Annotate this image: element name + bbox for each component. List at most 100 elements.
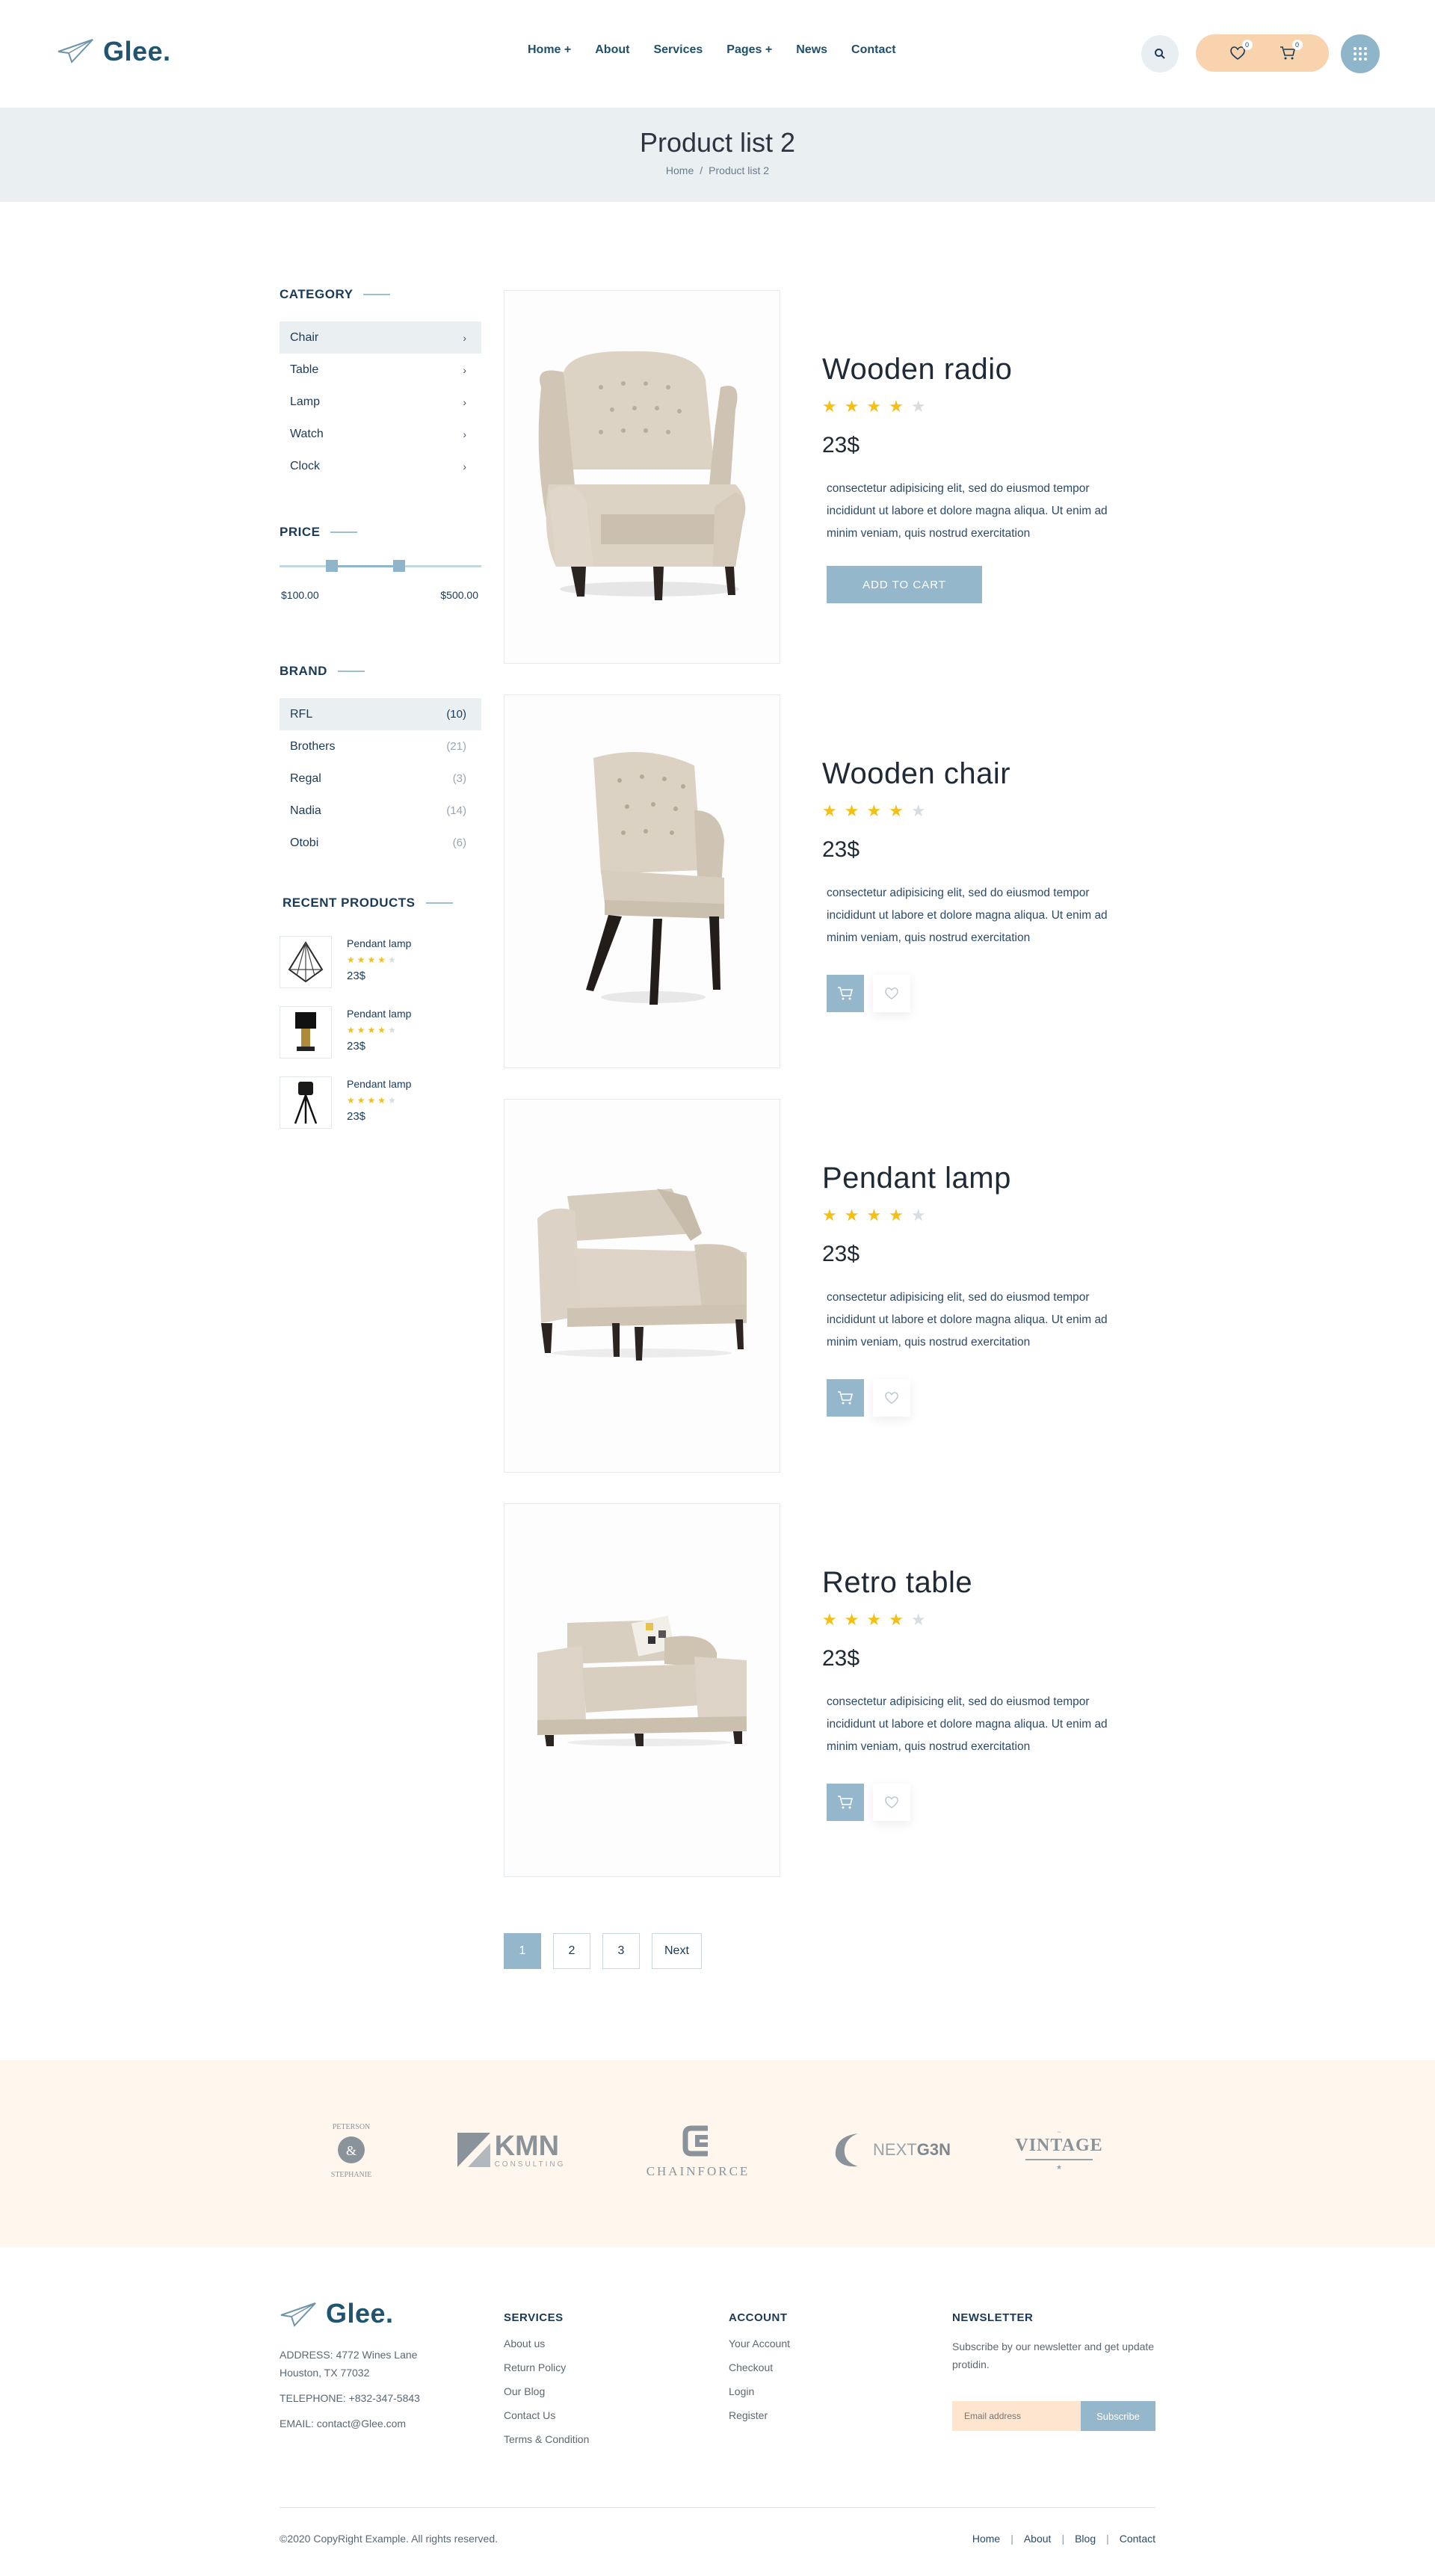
add-to-cart-button[interactable]	[827, 1379, 864, 1417]
brand-item-regal[interactable]: Regal (3)	[280, 762, 481, 795]
price-slider-min-handle[interactable]	[326, 560, 338, 572]
wingback-armchair-image	[538, 351, 746, 600]
brand-item-brothers[interactable]: Brothers (21)	[280, 730, 481, 762]
category-item-clock[interactable]: Clock ›	[280, 450, 481, 482]
footer-logo[interactable]: Glee.	[280, 2298, 394, 2329]
price-slider-max-handle[interactable]	[393, 560, 405, 572]
footer-link-login[interactable]: Login	[729, 2385, 790, 2397]
search-icon	[1155, 49, 1165, 59]
recent-product[interactable]: Pendant lamp ★★★★★ 23$	[280, 936, 481, 988]
nav-news[interactable]: News	[796, 43, 827, 57]
chevron-right-icon: ›	[463, 428, 466, 440]
add-to-cart-button[interactable]: ADD TO CART	[827, 566, 982, 603]
product-image-card[interactable]	[504, 290, 780, 664]
newsletter-title: NEWSLETTER	[952, 2311, 1034, 2324]
brand-list: RFL (10) Brothers (21) Regal (3) Nadia (14) …	[280, 698, 481, 859]
add-to-wishlist-button[interactable]	[873, 1379, 910, 1417]
nav-about[interactable]: About	[595, 43, 629, 57]
recent-product-thumb[interactable]	[280, 1076, 332, 1129]
nav-pages[interactable]: Pages +	[726, 43, 772, 57]
add-to-wishlist-button[interactable]	[873, 1784, 910, 1821]
add-to-cart-button[interactable]	[827, 975, 864, 1012]
menu-grid-button[interactable]	[1341, 34, 1380, 73]
newsletter-email-input[interactable]	[952, 2401, 1081, 2431]
product-name[interactable]: Wooden radio	[822, 353, 1151, 386]
site-logo[interactable]: Glee.	[57, 36, 171, 67]
category-item-table[interactable]: Table ›	[280, 354, 481, 386]
footer-link-return-policy[interactable]: Return Policy	[504, 2361, 589, 2373]
subscribe-button[interactable]: Subscribe	[1081, 2401, 1155, 2431]
page-1-button[interactable]: 1	[504, 1933, 541, 1969]
nav-home[interactable]: Home +	[528, 43, 571, 57]
product-image-card[interactable]	[504, 694, 780, 1068]
price-title: PRICE	[280, 525, 321, 539]
bottom-link-contact[interactable]: Contact	[1120, 2533, 1155, 2545]
heading-line	[363, 294, 391, 295]
cart-button[interactable]: 0	[1279, 40, 1303, 62]
brand-label: Nadia	[290, 804, 321, 817]
footer-link-terms[interactable]: Terms & Condition	[504, 2433, 589, 2445]
rating-stars: ★★★★★	[822, 1610, 933, 1629]
footer-link-our-blog[interactable]: Our Blog	[504, 2385, 589, 2397]
recent-product[interactable]: Pendant lamp ★★★★★ 23$	[280, 1006, 481, 1059]
brand-item-nadia[interactable]: Nadia (14)	[280, 795, 481, 827]
add-to-wishlist-button[interactable]	[873, 975, 910, 1012]
price-slider[interactable]	[280, 560, 481, 572]
wishlist-button[interactable]: 0	[1229, 40, 1253, 62]
brand-title: BRAND	[280, 664, 327, 678]
recent-products-title: RECENT PRODUCTS	[283, 896, 416, 910]
nav-services[interactable]: Services	[653, 43, 703, 57]
footer-link-checkout[interactable]: Checkout	[729, 2361, 790, 2373]
brand-item-rfl[interactable]: RFL (10)	[280, 698, 481, 730]
footer-link-contact-us[interactable]: Contact Us	[504, 2409, 589, 2421]
brand-item-otobi[interactable]: Otobi (6)	[280, 827, 481, 859]
product-image-card[interactable]	[504, 1503, 780, 1877]
recent-product-name[interactable]: Pendant lamp	[347, 1008, 411, 1020]
brand-name: Glee.	[103, 36, 171, 67]
product-image-card[interactable]	[504, 1099, 780, 1473]
product-description: consectetur adipisicing elit, sed do eiu…	[827, 887, 1108, 944]
product-name[interactable]: Pendant lamp	[822, 1162, 1151, 1195]
link-separator: |	[1061, 2533, 1065, 2545]
breadcrumb-home[interactable]: Home	[666, 164, 694, 176]
search-button[interactable]	[1141, 35, 1179, 73]
page-banner: Product list 2 Home / Product list 2	[0, 108, 1435, 202]
newsletter-text: Subscribe by our newsletter and get upda…	[952, 2341, 1155, 2370]
footer-divider	[280, 2507, 1155, 2508]
recent-product-name[interactable]: Pendant lamp	[347, 1078, 411, 1090]
recent-product-name[interactable]: Pendant lamp	[347, 937, 411, 949]
recent-product-thumb[interactable]	[280, 936, 332, 988]
recent-product[interactable]: Pendant lamp ★★★★★ 23$	[280, 1076, 481, 1129]
main-nav: Home + About Services Pages + News Conta…	[528, 43, 920, 57]
product-name[interactable]: Wooden chair	[822, 757, 1151, 791]
site-header: Glee. Home + About Services Pages + News…	[0, 0, 1435, 108]
product-info: Pendant lamp ★★★★★ 23$ consectetur adipi…	[822, 1162, 1151, 1417]
page-3-button[interactable]: 3	[602, 1933, 640, 1969]
product-name[interactable]: Retro table	[822, 1566, 1151, 1600]
newsletter-form: Subscribe	[952, 2401, 1155, 2431]
brand-count: (3)	[452, 772, 466, 785]
brand-label: RFL	[290, 707, 313, 721]
footer-link-about-us[interactable]: About us	[504, 2338, 589, 2349]
nav-contact[interactable]: Contact	[851, 43, 896, 57]
bottom-link-about[interactable]: About	[1024, 2533, 1052, 2545]
add-to-cart-button[interactable]	[827, 1784, 864, 1821]
product-description: consectetur adipisicing elit, sed do eiu…	[827, 1291, 1108, 1349]
category-item-lamp[interactable]: Lamp ›	[280, 386, 481, 418]
recent-product-price: 23$	[347, 1110, 366, 1123]
product-price: 23$	[822, 837, 860, 862]
page-2-button[interactable]: 2	[553, 1933, 590, 1969]
category-list: Chair › Table › Lamp › Watch › Clock ›	[280, 321, 481, 482]
category-item-watch[interactable]: Watch ›	[280, 418, 481, 450]
brand-label: Brothers	[290, 739, 336, 753]
recent-product-thumb[interactable]	[280, 1006, 332, 1059]
bottom-link-home[interactable]: Home	[972, 2533, 1000, 2545]
product-info: Wooden chair ★★★★★ 23$ consectetur adipi…	[822, 757, 1151, 1012]
next-page-button[interactable]: Next	[652, 1933, 702, 1969]
footer-link-your-account[interactable]: Your Account	[729, 2338, 790, 2349]
bottom-link-blog[interactable]: Blog	[1075, 2533, 1096, 2545]
recent-product-price: 23$	[347, 970, 366, 982]
price-min: $100.00	[281, 589, 319, 601]
footer-link-register[interactable]: Register	[729, 2409, 790, 2421]
category-item-chair[interactable]: Chair ›	[280, 321, 481, 354]
